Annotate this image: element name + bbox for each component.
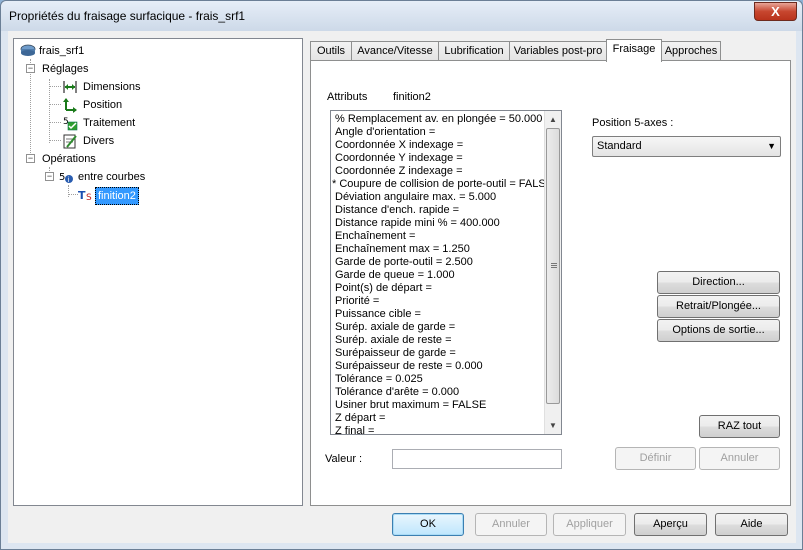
tab-variables-post-pro[interactable]: Variables post-pro [509,41,607,61]
window-title: Propriétés du fraisage surfacique - frai… [9,9,246,23]
scroll-up-icon[interactable]: ▲ [545,111,561,128]
attribute-item[interactable]: Suréр. axiale de reste = [331,334,553,347]
valeur-label: Valeur : [325,453,363,465]
attribute-item[interactable]: Angle d'orientation = [331,126,553,139]
title-bar: Propriétés du fraisage surfacique - frai… [1,1,802,31]
chevron-down-icon: ▼ [767,141,776,151]
options-sortie-button[interactable]: Options de sortie... [657,319,780,342]
tree-label-entre-courbes: entre courbes [78,171,146,183]
attribute-item[interactable]: Garde de porte-outil = 2.500 [331,256,553,269]
tab-approches[interactable]: Approches [661,41,721,61]
operation-tree[interactable]: frais_srf1 − Réglages Dimensions Positio… [13,38,303,506]
attribute-item[interactable]: Puissance cible = [331,308,553,321]
collapse-icon[interactable]: − [45,172,54,181]
valeur-input[interactable] [392,449,562,469]
attribute-item[interactable]: * Coupure de collision de porte-outil = … [331,178,553,191]
tab-outils[interactable]: Outils [310,41,352,61]
operation-group-icon: 5i [58,169,74,185]
retrait-plongee-button[interactable]: Retrait/Plongée... [657,295,780,318]
tab-fraisage[interactable]: Fraisage [606,39,662,62]
tree-label-reglages: Réglages [42,63,89,75]
raz-tout-button[interactable]: RAZ tout [699,415,780,438]
attribute-item[interactable]: % Remplacement av. en plongée = 50.000 [331,113,553,126]
attribute-item[interactable]: Usiner brut maximum = FALSE [331,399,553,412]
collapse-icon[interactable]: − [26,154,35,163]
dialog-client: frais_srf1 − Réglages Dimensions Positio… [8,31,796,543]
attribute-item[interactable]: Coordonnée Z indexage = [331,165,553,178]
attribute-item[interactable]: Z final = [331,425,553,434]
attribute-item[interactable]: Suréр. axiale de garde = [331,321,553,334]
annuler-button[interactable]: Annuler [475,513,547,536]
tree-label-position: Position [83,99,123,111]
svg-text:i: i [68,176,70,184]
part-icon [20,43,36,59]
tree-root-label: frais_srf1 [39,45,85,57]
svg-text:T: T [78,189,86,202]
attribute-item[interactable]: Priorité = [331,295,553,308]
direction-button[interactable]: Direction... [657,271,780,294]
collapse-icon[interactable]: − [26,64,35,73]
tree-label-operations: Opérations [42,153,96,165]
tab-panel-fraisage: Attributs finition2 % Remplacement av. e… [310,60,791,506]
svg-text:S: S [86,193,92,203]
finition-icon: TS [78,187,94,203]
scroll-thumb[interactable] [546,128,560,404]
attribute-item[interactable]: Tolérance = 0.025 [331,373,553,386]
attributes-label: Attributs [327,91,368,103]
position-5-axes-label: Position 5-axes : [592,117,674,129]
position-5-axes-value: Standard [597,140,642,152]
appliquer-button[interactable]: Appliquer [553,513,626,536]
tree-label-divers: Divers [83,135,115,147]
svg-text:5: 5 [59,172,65,183]
attribute-item[interactable]: Garde de queue = 1.000 [331,269,553,282]
attribute-item[interactable]: Enchaînement = [331,230,553,243]
tree-label-finition2: finition2 [95,187,139,205]
attribute-item[interactable]: Surépaisseur de reste = 0.000 [331,360,553,373]
dialog-window: Propriétés du fraisage surfacique - frai… [0,0,803,550]
attribute-item[interactable]: Coordonnée X indexage = [331,139,553,152]
attributes-value: finition2 [393,91,431,103]
position-5-axes-select[interactable]: Standard ▼ [592,136,781,157]
vertical-scrollbar[interactable]: ▲ ▼ [544,111,561,434]
position-icon [62,97,78,113]
attribute-item[interactable]: Surépaisseur de garde = [331,347,553,360]
attribute-item[interactable]: Z départ = [331,412,553,425]
attribute-item[interactable]: Distance rapide mini % = 400.000 [331,217,553,230]
attribute-item[interactable]: Coordonnée Y indexage = [331,152,553,165]
ok-button[interactable]: OK [392,513,464,536]
aide-button[interactable]: Aide [715,513,788,536]
attribute-item[interactable]: Tolérance d'arête = 0.000 [331,386,553,399]
divers-icon [62,133,78,149]
attribute-item[interactable]: Enchaînement max = 1.250 [331,243,553,256]
apercu-button[interactable]: Aperçu [634,513,707,536]
attribute-item[interactable]: Point(s) de départ = [331,282,553,295]
tab-avance-vitesse[interactable]: Avance/Vitesse [351,41,439,61]
dimensions-icon [62,79,78,95]
tree-label-dimensions: Dimensions [83,81,141,93]
tree-label-traitement: Traitement [83,117,136,129]
attributes-list[interactable]: % Remplacement av. en plongée = 50.000 An… [330,110,562,435]
attribute-item[interactable]: Déviation angulaire max. = 5.000 [331,191,553,204]
definir-button[interactable]: Définir [615,447,696,470]
tab-lubrification[interactable]: Lubrification [438,41,510,61]
panel-annuler-button[interactable]: Annuler [699,447,780,470]
attribute-item[interactable]: Distance d'ench. rapide = [331,204,553,217]
scroll-down-icon[interactable]: ▼ [545,417,561,434]
traitement-icon: 5 [62,115,78,131]
attributes-items: % Remplacement av. en plongée = 50.000 An… [331,111,553,434]
close-button[interactable]: X [754,2,797,21]
